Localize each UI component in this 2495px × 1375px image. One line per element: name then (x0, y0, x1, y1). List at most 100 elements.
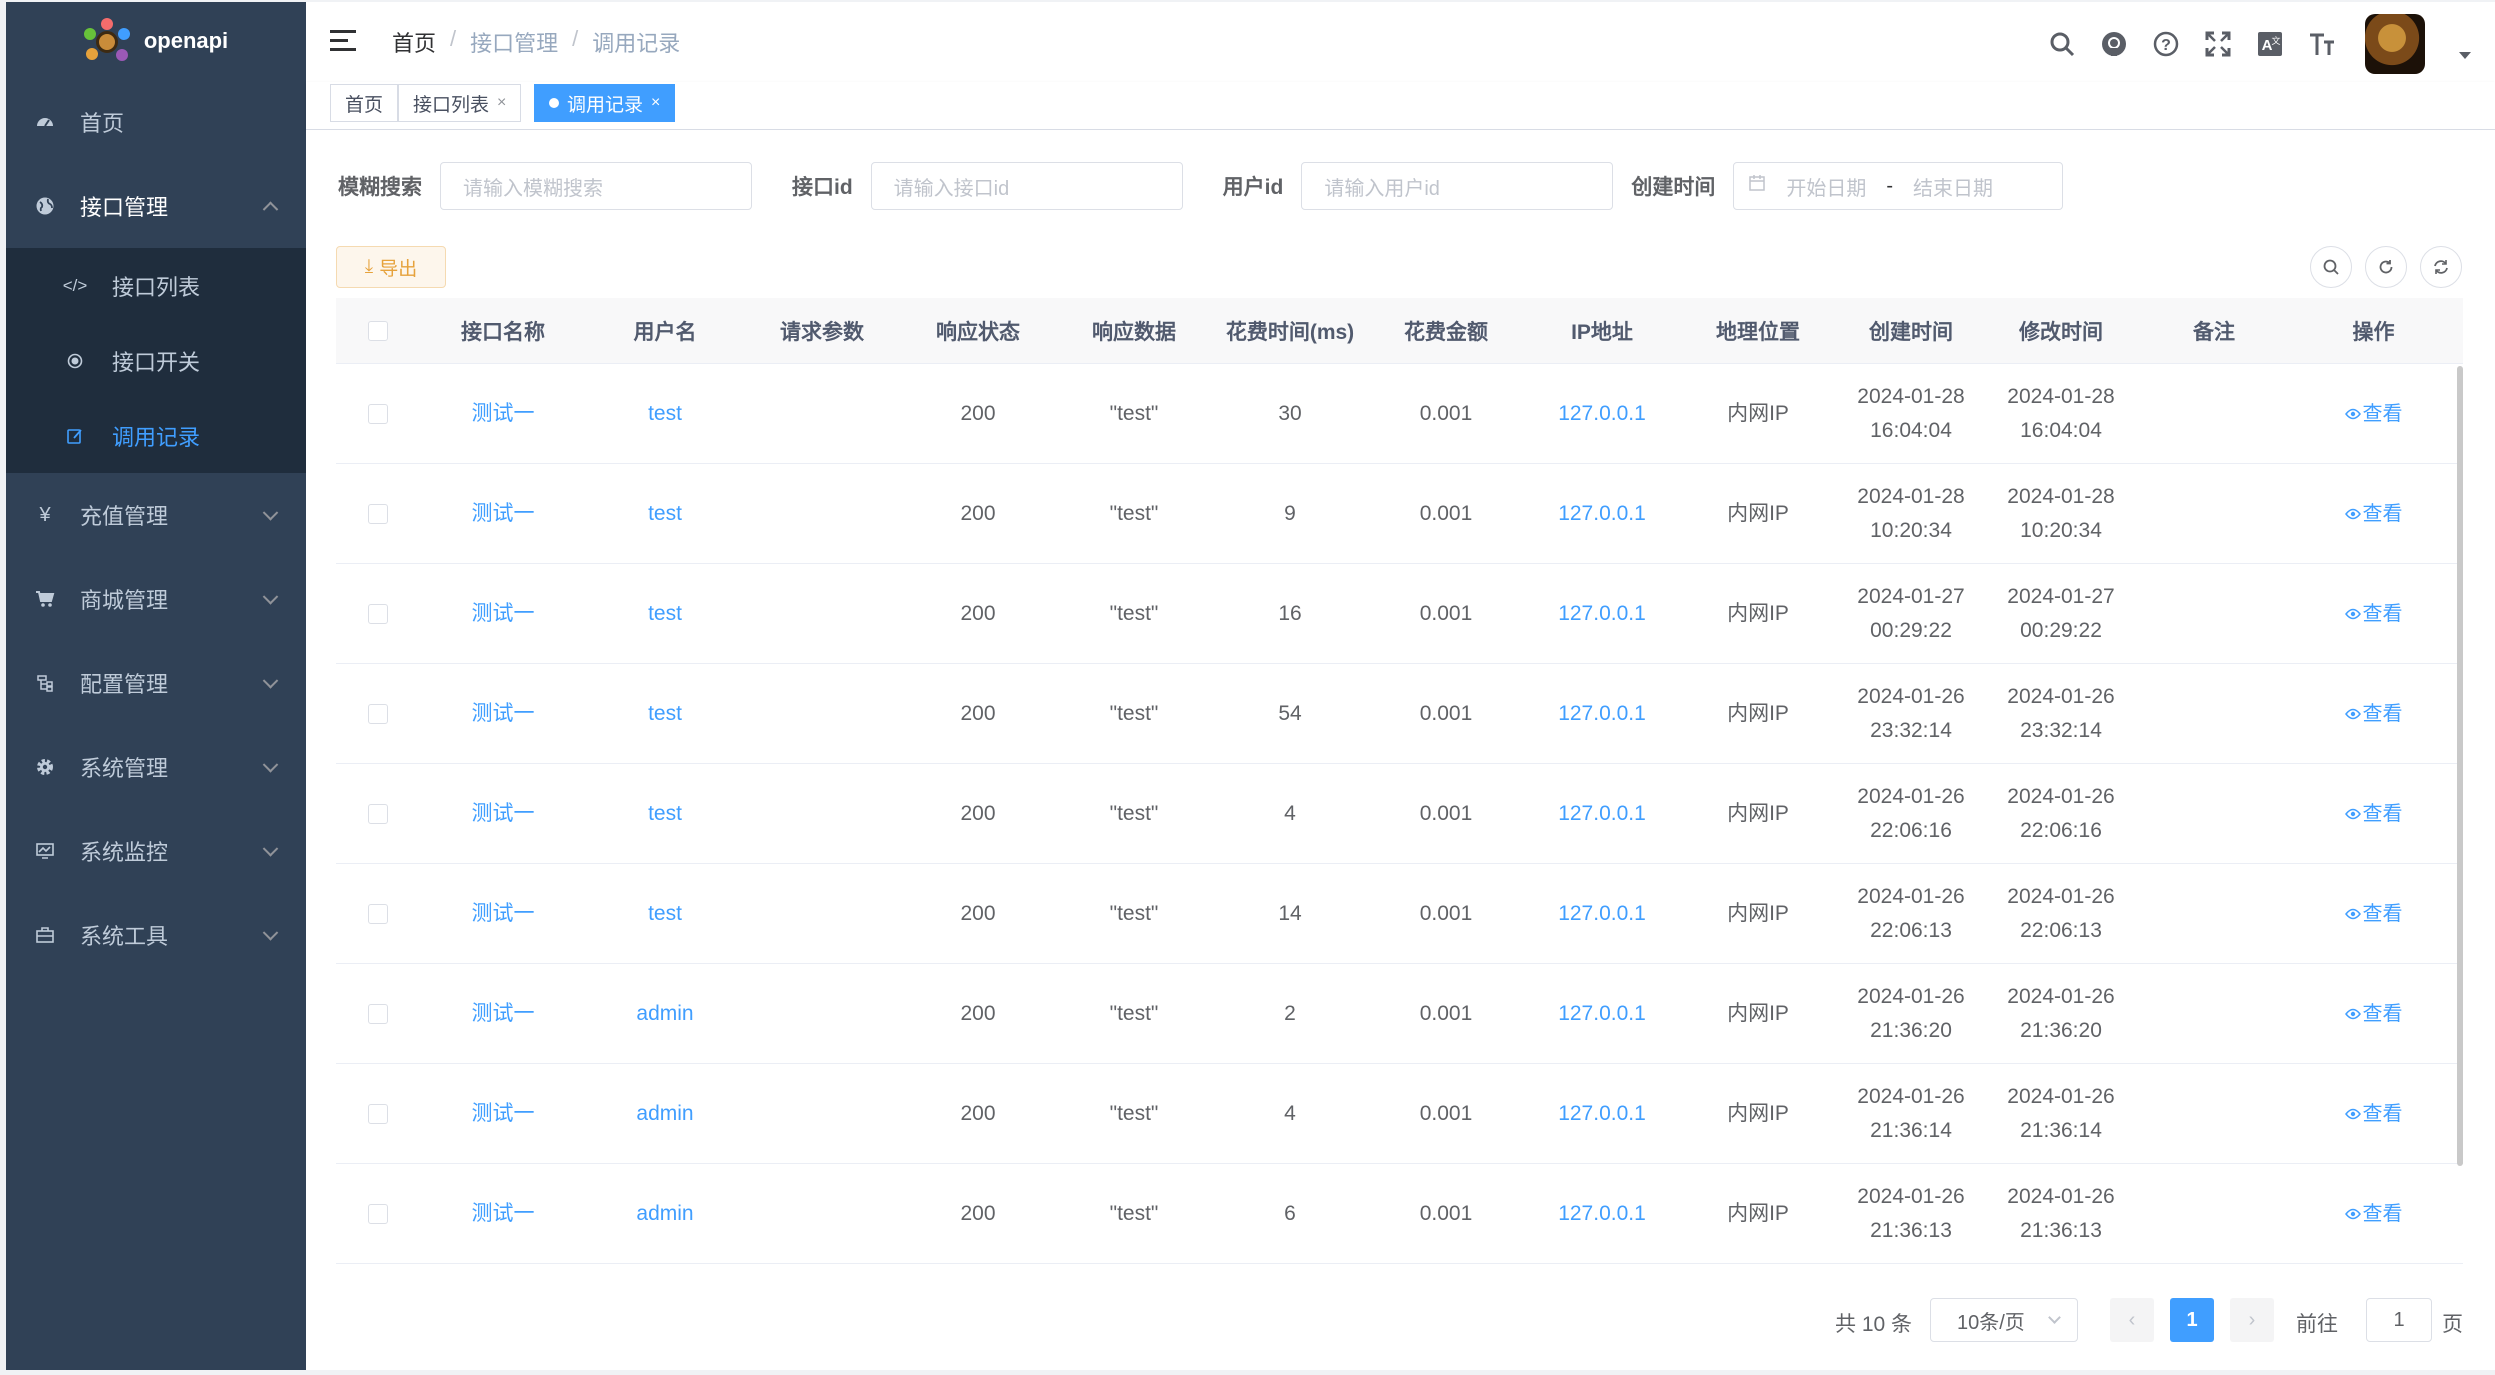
row-checkbox[interactable] (368, 603, 388, 624)
username-link[interactable]: admin (586, 997, 744, 1031)
view-button[interactable]: 查看 (2292, 797, 2455, 831)
sidebar-item-home[interactable]: 首页 (6, 80, 306, 164)
row-checkbox[interactable] (368, 503, 388, 524)
ip-address-link[interactable]: 127.0.0.1 (1524, 997, 1680, 1031)
next-page-button[interactable]: › (2230, 1298, 2274, 1342)
fuzzy-search-input[interactable]: 请输入模糊搜索 (440, 162, 752, 210)
hamburger-icon[interactable] (330, 30, 356, 52)
row-checkbox[interactable] (368, 803, 388, 824)
radio-icon (64, 353, 86, 369)
placeholder: 请输入接口id (893, 177, 1010, 200)
ip-address-link[interactable]: 127.0.0.1 (1524, 1197, 1680, 1231)
goto-page-input[interactable]: 1 (2366, 1298, 2432, 1342)
username-link[interactable]: admin (586, 1197, 744, 1231)
search-icon[interactable] (2047, 29, 2077, 59)
tag-home[interactable]: 首页 (330, 84, 399, 122)
ip-address-link[interactable]: 127.0.0.1 (1524, 397, 1680, 431)
view-button[interactable]: 查看 (2292, 397, 2455, 431)
date-range-picker[interactable]: 开始日期 - 结束日期 (1733, 162, 2064, 210)
tag-api-list[interactable]: 接口列表 × (398, 84, 522, 122)
sidebar-item-call-records[interactable]: 调用记录 (6, 398, 306, 473)
close-icon[interactable]: × (651, 94, 660, 112)
row-checkbox[interactable] (368, 903, 388, 924)
username-link[interactable]: test (586, 697, 744, 731)
row-checkbox[interactable] (368, 703, 388, 724)
fullscreen-icon[interactable] (2203, 29, 2233, 59)
sidebar-item-mall[interactable]: 商城管理 (6, 557, 306, 641)
ip-address-link[interactable]: 127.0.0.1 (1524, 1097, 1680, 1131)
font-size-icon[interactable] (2307, 29, 2337, 59)
api-name-link[interactable]: 测试一 (420, 797, 586, 831)
table-scrollbar[interactable] (2457, 366, 2463, 1166)
view-button[interactable]: 查看 (2292, 897, 2455, 931)
prev-page-button[interactable]: ‹ (2110, 1298, 2154, 1342)
view-label: 查看 (2362, 902, 2403, 925)
api-name-link[interactable]: 测试一 (420, 1097, 586, 1131)
breadcrumb-item[interactable]: 接口管理 (470, 26, 558, 58)
api-name-link[interactable]: 测试一 (420, 597, 586, 631)
sidebar-item-monitor[interactable]: 系统监控 (6, 809, 306, 893)
date-text: 2024-01-27 (2007, 584, 2115, 608)
sidebar-item-api-switch[interactable]: 接口开关 (6, 323, 306, 398)
username-link[interactable]: test (586, 597, 744, 631)
view-button[interactable]: 查看 (2292, 497, 2455, 531)
table-row: 测试一 test 200 "test" 14 0.001 127.0.0.1 内网IP 2024… (336, 864, 2463, 964)
username-link[interactable]: test (586, 897, 744, 931)
columns-button[interactable] (2420, 246, 2462, 288)
username-link[interactable]: test (586, 497, 744, 531)
username-link[interactable]: test (586, 397, 744, 431)
ip-address-link[interactable]: 127.0.0.1 (1524, 797, 1680, 831)
export-button[interactable]: ⤓ 导出 (336, 246, 446, 288)
ip-address-link[interactable]: 127.0.0.1 (1524, 497, 1680, 531)
sidebar-item-recharge[interactable]: ¥ 充值管理 (6, 473, 306, 557)
view-button[interactable]: 查看 (2292, 997, 2455, 1031)
view-button[interactable]: 查看 (2292, 1097, 2455, 1131)
sidebar-item-system[interactable]: 系统管理 (6, 725, 306, 809)
api-name-link[interactable]: 测试一 (420, 697, 586, 731)
ip-address-link[interactable]: 127.0.0.1 (1524, 597, 1680, 631)
ip-address-link[interactable]: 127.0.0.1 (1524, 697, 1680, 731)
page-size-select[interactable]: 10条/页 (1930, 1298, 2078, 1342)
breadcrumb-item[interactable]: 首页 (392, 26, 436, 58)
user-id-input[interactable]: 请输入用户id (1301, 162, 1614, 210)
toggle-search-button[interactable] (2310, 246, 2352, 288)
row-checkbox[interactable] (368, 1003, 388, 1024)
api-name-link[interactable]: 测试一 (420, 1197, 586, 1231)
tag-call-records[interactable]: 调用记录 × (534, 84, 676, 122)
sidebar-item-config[interactable]: 配置管理 (6, 641, 306, 725)
response-status-cell: 200 (960, 701, 996, 725)
api-name-link[interactable]: 测试一 (420, 997, 586, 1031)
start-date-placeholder: 开始日期 (1786, 177, 1867, 200)
page-number-button[interactable]: 1 (2170, 1298, 2214, 1342)
response-status-cell: 200 (960, 1001, 996, 1025)
api-name-link[interactable]: 测试一 (420, 497, 586, 531)
username-link[interactable]: test (586, 797, 744, 831)
api-id-input[interactable]: 请输入接口id (870, 162, 1183, 210)
translate-icon[interactable]: A文 (2255, 29, 2285, 59)
logo[interactable]: openapi (6, 2, 306, 80)
view-button[interactable]: 查看 (2292, 1197, 2455, 1231)
api-name-link[interactable]: 测试一 (420, 397, 586, 431)
question-icon[interactable]: ? (2151, 29, 2181, 59)
select-all-checkbox[interactable] (368, 320, 388, 341)
sidebar-item-tools[interactable]: 系统工具 (6, 893, 306, 977)
ip-address-link[interactable]: 127.0.0.1 (1524, 897, 1680, 931)
caret-down-icon[interactable] (2459, 52, 2471, 59)
avatar[interactable] (2365, 14, 2425, 74)
username-link[interactable]: admin (586, 1097, 744, 1131)
close-icon[interactable]: × (497, 94, 506, 112)
row-checkbox[interactable] (368, 1103, 388, 1124)
updated-time-cell: 2024-01-26 21:36:13 (1986, 1180, 2136, 1248)
response-data-cell: "test" (1109, 1201, 1159, 1225)
refresh-button[interactable] (2365, 246, 2407, 288)
view-button[interactable]: 查看 (2292, 697, 2455, 731)
sidebar-item-api-list[interactable]: </> 接口列表 (6, 248, 306, 323)
column-header: 用户名 (633, 320, 697, 344)
sidebar-item-api-management[interactable]: 接口管理 (6, 164, 306, 248)
row-checkbox[interactable] (368, 403, 388, 424)
github-icon[interactable] (2099, 29, 2129, 59)
api-name-link[interactable]: 测试一 (420, 897, 586, 931)
time-text: 21:36:20 (1870, 1018, 1952, 1042)
view-button[interactable]: 查看 (2292, 597, 2455, 631)
row-checkbox[interactable] (368, 1203, 388, 1224)
